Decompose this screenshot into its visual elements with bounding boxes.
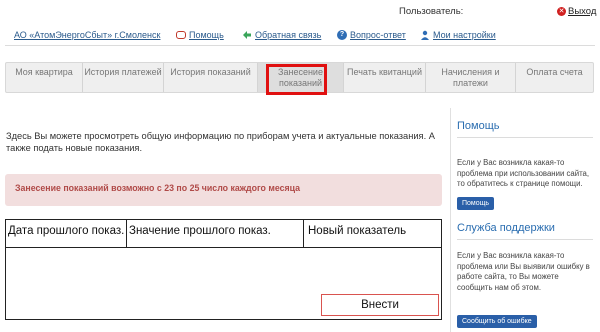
sidebar-divider: [457, 137, 593, 138]
tab-my-apartment[interactable]: Моя квартира: [6, 63, 83, 92]
feedback-icon: [242, 30, 252, 40]
sidebar: Помощь Если у Вас возникла какая-то проб…: [450, 108, 595, 332]
sidebar-help-title: Помощь: [457, 120, 500, 132]
sidebar-divider: [457, 239, 593, 240]
user-bar: Пользователь: ✕ Выход: [0, 6, 600, 20]
tab-label: Печать квитанций: [347, 67, 422, 77]
tab-label: Моя квартира: [15, 67, 73, 77]
tab-label: Начисления и платежи: [441, 67, 500, 88]
nav-divider: [5, 45, 595, 46]
company-link[interactable]: АО «АтомЭнергоСбыт» г.Смоленск: [14, 30, 160, 40]
notice-text: Занесение показаний возможно с 23 по 25 …: [15, 183, 301, 193]
logout-icon: ✕: [557, 7, 566, 16]
sidebar-support-title: Служба поддержки: [457, 222, 555, 234]
readings-form: Дата прошлого показ. Значение прошлого п…: [5, 219, 442, 320]
tab-label: История показаний: [170, 67, 251, 77]
qa-link[interactable]: Вопрос-ответ: [350, 30, 406, 40]
sidebar-help-text: Если у Вас возникла какая-то проблема пр…: [457, 158, 590, 188]
notice-banner: Занесение показаний возможно с 23 по 25 …: [5, 174, 442, 206]
feedback-link[interactable]: Обратная связь: [255, 30, 321, 40]
column-prev-value: Значение прошлого показ.: [127, 220, 304, 247]
help-icon: [176, 31, 186, 39]
user-label: Пользователь:: [399, 6, 464, 17]
intro-text: Здесь Вы можете просмотреть общую информ…: [6, 131, 435, 153]
sidebar-support-text: Если у Вас возникла какая-то проблема ил…: [457, 251, 590, 292]
settings-link[interactable]: Мои настройки: [433, 30, 496, 40]
tab-label: Оплата счета: [526, 67, 583, 77]
logout-button[interactable]: ✕ Выход: [557, 6, 596, 17]
help-link[interactable]: Помощь: [189, 30, 224, 40]
column-prev-date: Дата прошлого показ.: [6, 220, 127, 247]
tab-charges-payments[interactable]: Начисления и платежи: [426, 63, 516, 92]
feedback-link-item[interactable]: Обратная связь: [242, 30, 321, 40]
readings-table-header: Дата прошлого показ. Значение прошлого п…: [6, 220, 441, 248]
tab-label: История платежей: [84, 67, 162, 77]
help-link-item[interactable]: Помощь: [176, 30, 224, 40]
active-tab-highlight: [266, 64, 327, 95]
tab-pay-bill[interactable]: Оплата счета: [516, 63, 593, 92]
qa-link-item[interactable]: ? Вопрос-ответ: [337, 30, 406, 40]
question-icon: ?: [337, 30, 347, 40]
tab-readings-history[interactable]: История показаний: [164, 63, 258, 92]
company-link-item[interactable]: АО «АтомЭнергоСбыт» г.Смоленск: [14, 30, 160, 40]
report-error-button[interactable]: Сообщить об ошибке: [457, 315, 537, 328]
logout-link[interactable]: Выход: [568, 6, 596, 17]
top-nav: АО «АтомЭнергоСбыт» г.Смоленск Помощь Об…: [0, 30, 600, 46]
tab-payment-history[interactable]: История платежей: [83, 63, 164, 92]
submit-readings-button[interactable]: Внести: [321, 294, 439, 316]
settings-link-item[interactable]: Мои настройки: [420, 30, 496, 40]
tab-print-receipts[interactable]: Печать квитанций: [344, 63, 426, 92]
settings-icon: [420, 30, 430, 40]
sidebar-help-button[interactable]: Помощь: [457, 197, 495, 210]
column-new-value: Новый показатель: [308, 225, 407, 237]
